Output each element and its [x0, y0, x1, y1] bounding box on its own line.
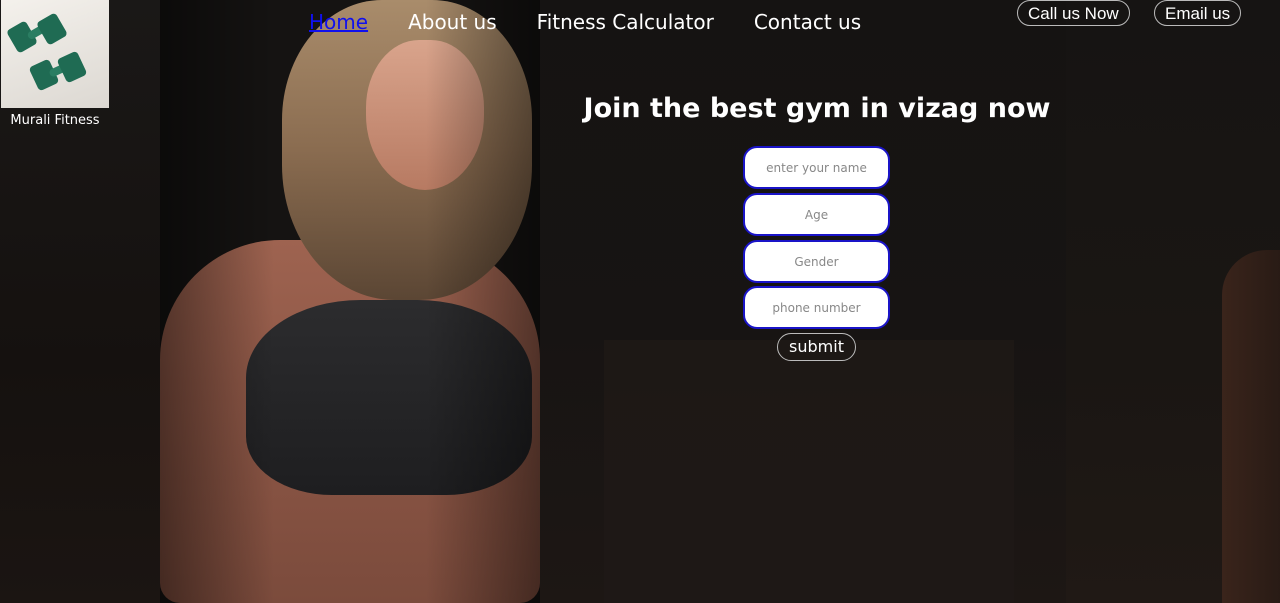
nav-home-link[interactable]: Home — [309, 8, 368, 36]
bg-panel — [604, 340, 1014, 603]
logo-caption: Murali Fitness — [10, 113, 100, 128]
dumbbells-icon — [1, 0, 109, 108]
gender-input[interactable] — [743, 240, 890, 283]
bg-right-arm — [1222, 250, 1280, 603]
nav-about-link[interactable]: About us — [408, 8, 497, 36]
submit-button[interactable]: submit — [777, 333, 856, 361]
name-input[interactable] — [743, 146, 890, 189]
form-heading: Join the best gym in vizag now — [583, 93, 1051, 124]
photo-shading — [160, 0, 540, 603]
main-nav: Home About us Fitness Calculator Contact… — [309, 8, 861, 36]
background-photo — [0, 0, 1280, 603]
nav-fitness-calculator-link[interactable]: Fitness Calculator — [537, 8, 714, 36]
email-us-button[interactable]: Email us — [1154, 0, 1242, 26]
call-us-button[interactable]: Call us Now — [1017, 0, 1130, 26]
phone-input[interactable] — [743, 286, 890, 329]
age-input[interactable] — [743, 193, 890, 236]
nav-contact-link[interactable]: Contact us — [754, 8, 861, 36]
